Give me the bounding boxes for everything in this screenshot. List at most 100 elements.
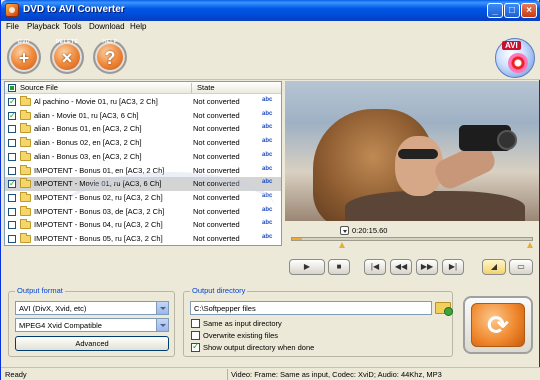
- chevron-down-icon[interactable]: [156, 319, 168, 331]
- row-checkbox[interactable]: [8, 152, 16, 161]
- aspect-ratio-icon[interactable]: ▭: [509, 259, 533, 275]
- folder-icon: [20, 164, 31, 175]
- convert-icon: ⟳: [471, 303, 525, 347]
- format-select[interactable]: AVI (DivX, Xvid, etc): [15, 301, 169, 315]
- next-button[interactable]: ▶|: [442, 259, 464, 275]
- video-preview: [285, 81, 539, 221]
- help-caption: HELP: [102, 39, 118, 45]
- end-marker-icon[interactable]: [527, 241, 533, 248]
- source-file-list[interactable]: Source File State Al pachino - Movie 01,…: [4, 81, 282, 246]
- subtitle-icon[interactable]: abc: [262, 234, 272, 240]
- show-directory-checkbox[interactable]: [191, 341, 200, 352]
- output-path-field[interactable]: C:\Softpepper files: [190, 301, 432, 315]
- subtitle-icon[interactable]: abc: [262, 179, 272, 185]
- subtitle-icon[interactable]: abc: [262, 97, 272, 103]
- source-file-name: alian - Bonus 02, en [AC3, 2 Ch]: [34, 138, 142, 148]
- preview-camera: [459, 125, 517, 151]
- list-header: Source File State: [5, 82, 281, 94]
- start-marker-icon[interactable]: [339, 241, 345, 248]
- folder-icon: [20, 96, 31, 106]
- delete-button[interactable]: DELETE ×: [50, 39, 84, 74]
- avi-logo: AVI: [495, 38, 535, 78]
- avi-logo-text: AVI: [502, 41, 521, 50]
- column-divider[interactable]: [191, 83, 192, 93]
- overwrite-label[interactable]: Overwrite existing files: [203, 331, 278, 340]
- status-divider: [227, 369, 228, 380]
- output-format-title: Output format: [15, 286, 65, 295]
- same-as-input-label[interactable]: Same as input directory: [203, 319, 282, 328]
- select-all-checkbox[interactable]: [8, 84, 16, 92]
- row-checkbox[interactable]: [8, 111, 16, 120]
- conversion-state: Not converted: [193, 110, 240, 120]
- menu-help[interactable]: Help: [130, 22, 146, 31]
- source-file-name: alian - Bonus 01, en [AC3, 2 Ch]: [34, 124, 142, 134]
- row-checkbox[interactable]: [8, 125, 16, 134]
- app-window: DVD to AVI Converter _ □ × File Playback…: [0, 0, 540, 380]
- folder-icon: [20, 123, 31, 134]
- list-item[interactable]: alian - Bonus 03, en [AC3, 2 Ch] Not conv…: [5, 150, 281, 164]
- row-checkbox[interactable]: [8, 97, 16, 106]
- row-checkbox[interactable]: [8, 139, 16, 148]
- output-directory-group: Output directory C:\Softpepper files Sam…: [183, 286, 453, 357]
- status-text: Ready: [5, 370, 27, 379]
- column-state[interactable]: State: [197, 83, 215, 92]
- codec-select[interactable]: MPEG4 Xvid Compatible: [15, 318, 169, 332]
- subtitle-icon[interactable]: abc: [262, 152, 272, 158]
- menu-tools[interactable]: Tools: [63, 22, 82, 31]
- output-format-group: Output format AVI (DivX, Xvid, etc) MPEG…: [8, 286, 175, 357]
- menu-file[interactable]: File: [6, 22, 19, 31]
- minimize-button[interactable]: _: [487, 3, 503, 18]
- close-button[interactable]: ×: [521, 3, 537, 18]
- folder-icon: [20, 205, 31, 216]
- row-checkbox[interactable]: [8, 235, 16, 243]
- row-checkbox[interactable]: [8, 207, 16, 216]
- subtitle-icon[interactable]: abc: [262, 124, 272, 130]
- list-item[interactable]: alian - Bonus 02, en [AC3, 2 Ch] Not conv…: [5, 136, 281, 150]
- volume-icon[interactable]: ◢: [482, 259, 506, 275]
- show-directory-label[interactable]: Show output directory when done: [203, 343, 314, 352]
- convert-button[interactable]: ⟳: [463, 296, 533, 354]
- add-dvd-caption: DVD: [17, 39, 31, 45]
- list-item[interactable]: Al pachino - Movie 01, ru [AC3, 2 Ch] Not…: [5, 95, 281, 109]
- preview-panel: 0:20:15.60: [285, 81, 539, 253]
- subtitle-icon[interactable]: abc: [262, 111, 272, 117]
- playback-time: 0:20:15.60: [352, 226, 388, 235]
- list-item[interactable]: alian - Movie 01, ru [AC3, 6 Ch] Not conv…: [5, 109, 281, 123]
- row-checkbox[interactable]: [8, 166, 16, 175]
- app-icon: [5, 3, 19, 17]
- preview-figure-glasses: [398, 149, 438, 159]
- list-item[interactable]: alian - Bonus 01, en [AC3, 2 Ch] Not conv…: [5, 122, 281, 136]
- subtitle-icon[interactable]: abc: [262, 166, 272, 172]
- menu-bar: File Playback Tools Download Help: [1, 21, 540, 34]
- browse-folder-icon[interactable]: [435, 302, 453, 316]
- overwrite-checkbox[interactable]: [191, 331, 200, 340]
- folder-icon: [20, 191, 31, 202]
- format-select-value: AVI (DivX, Xvid, etc): [19, 304, 87, 313]
- folder-icon: [20, 233, 31, 243]
- chevron-down-icon[interactable]: [156, 302, 168, 314]
- conversion-state: Not converted: [193, 151, 240, 161]
- stop-button[interactable]: ■: [328, 259, 350, 275]
- time-marker-icon[interactable]: [340, 226, 349, 235]
- column-source-file[interactable]: Source File: [20, 83, 58, 92]
- previous-button[interactable]: |◀: [364, 259, 386, 275]
- same-as-input-checkbox[interactable]: [191, 319, 200, 328]
- row-checkbox[interactable]: [8, 221, 16, 230]
- source-file-name: Al pachino - Movie 01, ru [AC3, 2 Ch]: [34, 97, 158, 106]
- maximize-button[interactable]: □: [504, 3, 520, 18]
- menu-playback[interactable]: Playback: [27, 22, 59, 31]
- folder-icon: [20, 150, 31, 161]
- subtitle-icon[interactable]: abc: [262, 138, 272, 144]
- row-checkbox[interactable]: [8, 179, 16, 189]
- row-checkbox[interactable]: [8, 193, 16, 202]
- rewind-button[interactable]: ◀◀: [390, 259, 412, 275]
- fast-forward-button[interactable]: ▶▶: [416, 259, 438, 275]
- seek-bar[interactable]: [291, 237, 533, 241]
- add-dvd-button[interactable]: DVD +: [7, 39, 41, 74]
- menu-download[interactable]: Download: [89, 22, 125, 31]
- advanced-button[interactable]: Advanced: [15, 336, 169, 351]
- conversion-state: Not converted: [193, 138, 240, 148]
- help-button[interactable]: HELP ?: [93, 39, 127, 74]
- status-bar: Ready Video: Frame: Same as input, Codec…: [1, 367, 540, 380]
- play-button[interactable]: ▶: [289, 259, 325, 275]
